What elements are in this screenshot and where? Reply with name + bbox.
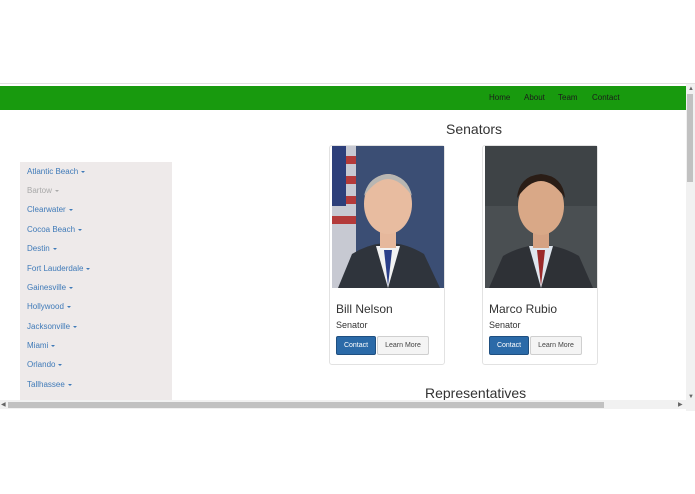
caret-down-icon: [69, 286, 74, 289]
learn-more-button[interactable]: Learn More: [377, 336, 429, 355]
city-label: Cocoa Beach: [27, 225, 76, 234]
learn-more-button[interactable]: Learn More: [530, 336, 582, 355]
vertical-scrollbar[interactable]: ▲ ▼: [686, 84, 695, 411]
city-label: Jacksonville: [27, 322, 71, 331]
city-label: Miami: [27, 341, 49, 350]
city-label: Fort Lauderdale: [27, 264, 84, 273]
horizontal-scroll-thumb[interactable]: [8, 402, 604, 408]
senators-heading: Senators: [446, 121, 503, 137]
caret-down-icon: [66, 305, 71, 308]
city-dropdown-gainesville[interactable]: Gainesville: [27, 283, 74, 292]
senator-name: Marco Rubio: [489, 302, 558, 316]
caret-down-icon: [78, 228, 83, 231]
scroll-left-arrow-icon[interactable]: ◀: [1, 401, 6, 409]
city-dropdown-atlantic-beach[interactable]: Atlantic Beach: [27, 167, 86, 176]
city-label: Clearwater: [27, 205, 66, 214]
senator-card: Bill Nelson Senator Contact Learn More: [329, 145, 445, 365]
senator-portrait-photo: [332, 146, 444, 288]
caret-down-icon: [73, 325, 78, 328]
caret-down-icon: [67, 383, 72, 386]
city-label: Tallhassee: [27, 380, 65, 389]
top-navbar: Home About Team Contact: [0, 86, 686, 110]
city-dropdown-destin[interactable]: Destin: [27, 244, 57, 253]
caret-down-icon: [51, 344, 56, 347]
senator-role: Senator: [336, 320, 368, 330]
caret-down-icon: [68, 208, 73, 211]
caret-down-icon: [54, 189, 59, 192]
city-dropdown-hollywood[interactable]: Hollywood: [27, 302, 71, 311]
caret-down-icon: [52, 247, 57, 250]
nav-about-link[interactable]: About: [524, 93, 545, 102]
senator-name: Bill Nelson: [336, 302, 393, 316]
scroll-right-arrow-icon[interactable]: ▶: [678, 401, 683, 409]
contact-button[interactable]: Contact: [336, 336, 376, 355]
city-dropdown-miami[interactable]: Miami: [27, 341, 56, 350]
city-dropdown-tallhassee[interactable]: Tallhassee: [27, 380, 72, 389]
city-dropdown-jacksonville[interactable]: Jacksonville: [27, 322, 78, 331]
caret-down-icon: [86, 267, 91, 270]
browser-viewport: Home About Team Contact Atlantic Beach B…: [0, 83, 695, 411]
nav-contact-link[interactable]: Contact: [592, 93, 620, 102]
horizontal-scrollbar[interactable]: ◀ ▶: [0, 400, 686, 409]
scroll-down-arrow-icon[interactable]: ▼: [688, 393, 694, 401]
nav-home-link[interactable]: Home: [489, 93, 510, 102]
vertical-scroll-thumb[interactable]: [687, 94, 693, 182]
city-dropdown-bartow: Bartow: [27, 186, 59, 195]
city-dropdown-clearwater[interactable]: Clearwater: [27, 205, 73, 214]
caret-down-icon: [81, 170, 86, 173]
caret-down-icon: [58, 363, 63, 366]
senator-card: Marco Rubio Senator Contact Learn More: [482, 145, 598, 365]
city-label: Destin: [27, 244, 50, 253]
scroll-up-arrow-icon[interactable]: ▲: [688, 85, 694, 93]
city-dropdown-fort-lauderdale[interactable]: Fort Lauderdale: [27, 264, 91, 273]
city-label: Atlantic Beach: [27, 167, 79, 176]
senator-portrait-photo: [485, 146, 597, 288]
senator-role: Senator: [489, 320, 521, 330]
city-label: Gainesville: [27, 283, 67, 292]
representatives-heading: Representatives: [425, 385, 527, 401]
city-dropdown-cocoa-beach[interactable]: Cocoa Beach: [27, 225, 83, 234]
city-label: Bartow: [27, 186, 52, 195]
city-dropdown-orlando[interactable]: Orlando: [27, 360, 63, 369]
contact-button[interactable]: Contact: [489, 336, 529, 355]
nav-team-link[interactable]: Team: [558, 93, 578, 102]
city-label: Orlando: [27, 360, 56, 369]
city-label: Hollywood: [27, 302, 64, 311]
city-sidebar: Atlantic Beach Bartow Clearwater Cocoa B…: [20, 162, 172, 402]
